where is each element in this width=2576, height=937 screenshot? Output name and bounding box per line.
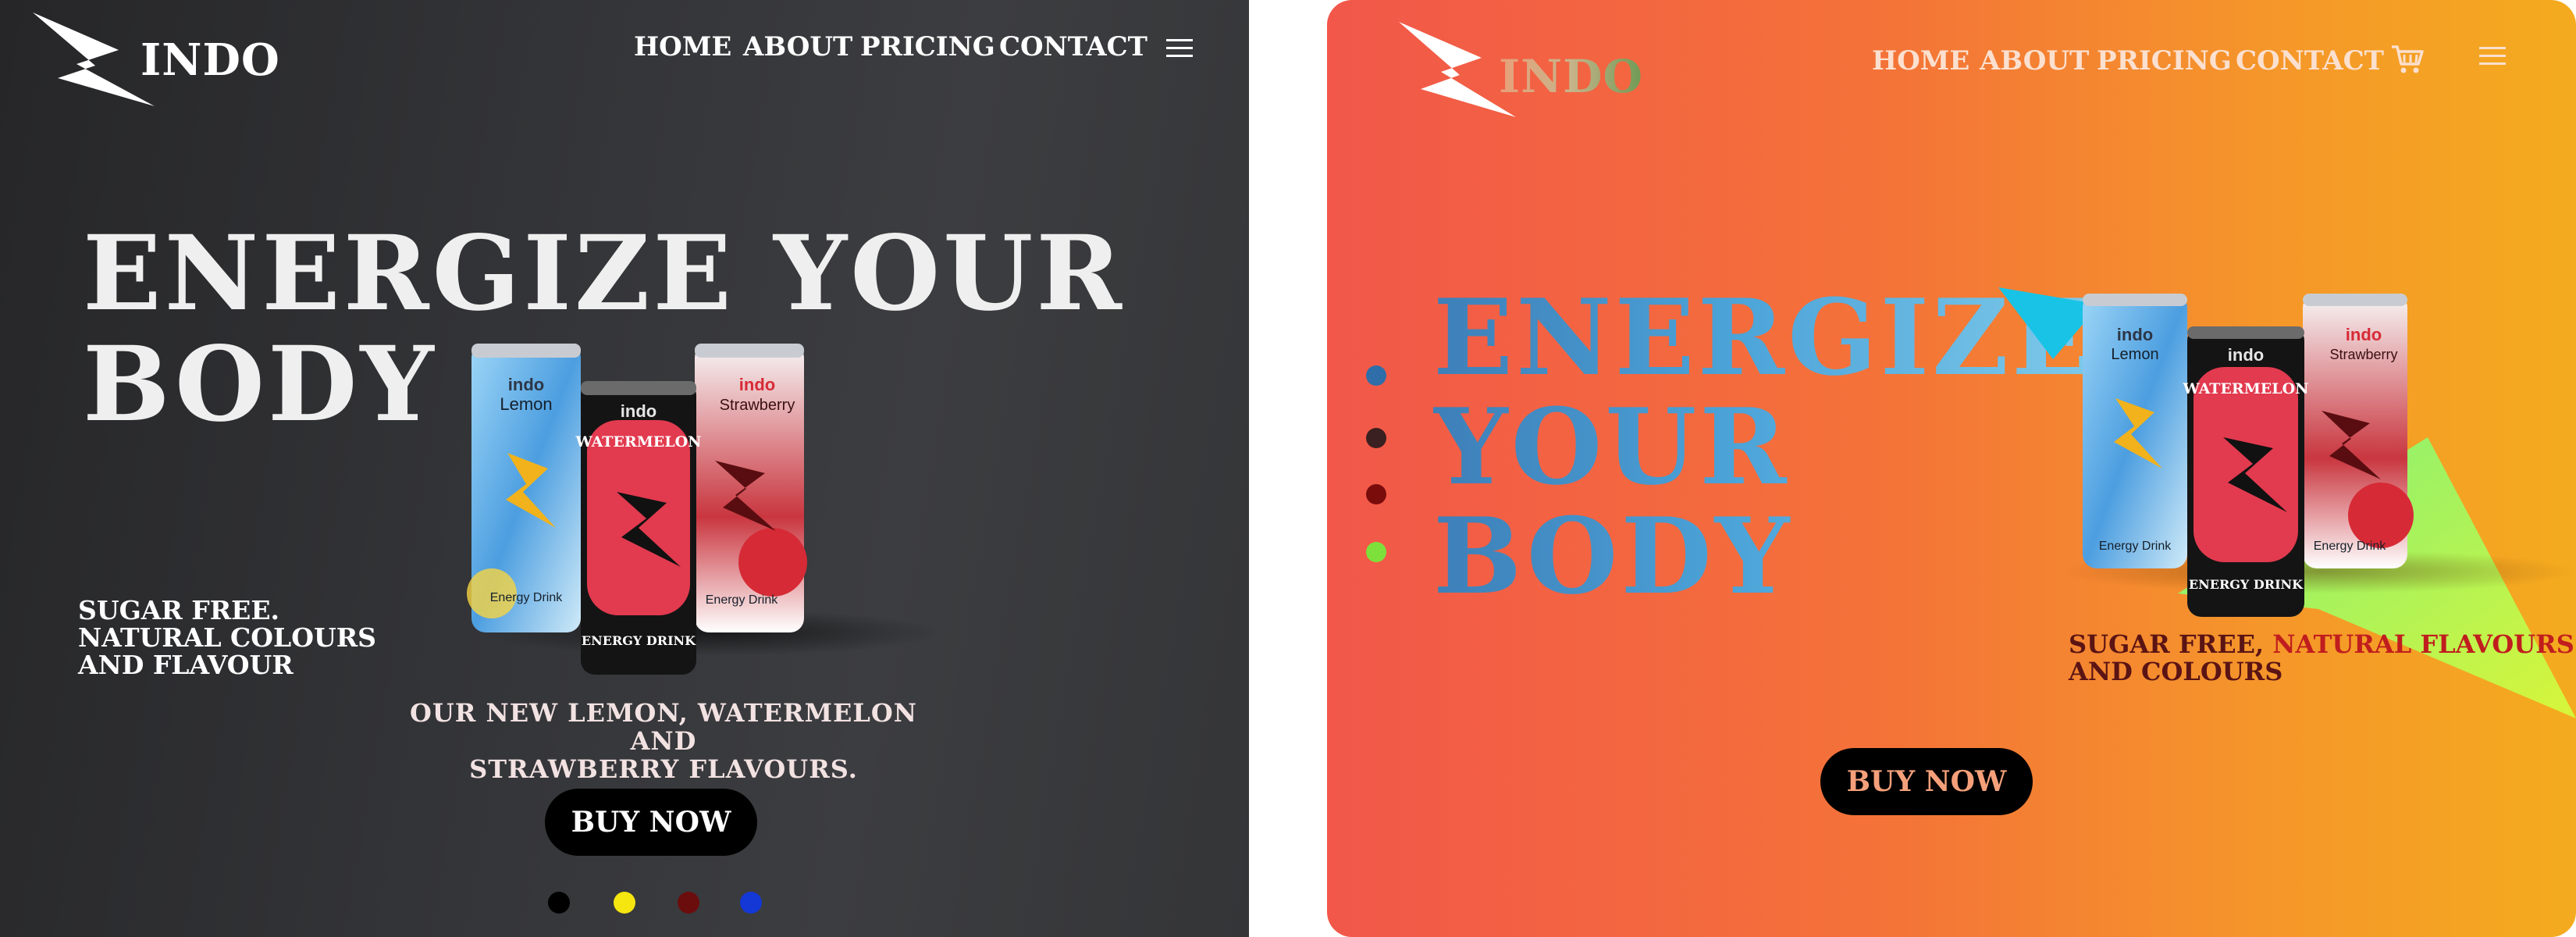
strawberry-can-logo-text: indo <box>2346 325 2382 344</box>
strawberry-can-bottom-label: Energy Drink <box>2314 540 2386 553</box>
carousel-dot-yellow[interactable] <box>614 892 635 914</box>
sugar-free-tagline: SUGAR FREE, NATURAL FLAVOURS AND COLOURS <box>2069 631 2574 686</box>
flavours-line-1: OUR NEW LEMON, WATERMELON AND <box>409 698 918 756</box>
watermelon-can: WATERMELON indo ENERGY DRINK <box>575 381 702 675</box>
lemon-can-bottom-label: Energy Drink <box>2099 540 2172 553</box>
buy-now-button[interactable]: BUY NOW <box>1820 748 2033 815</box>
strawberry-can-bottom-label: Energy Drink <box>706 593 778 607</box>
nav-pricing[interactable]: PRICING <box>2097 45 2232 77</box>
hamburger-menu-icon[interactable] <box>2479 47 2506 67</box>
slider-dot-maroon[interactable] <box>1366 484 1386 504</box>
watermelon-can-flavor-label: WATERMELON <box>575 433 701 451</box>
hero-line-1: ENERGIZE YOUR <box>83 213 1126 334</box>
flavours-line-2: STRAWBERRY FLAVOURS. <box>469 754 858 784</box>
watermelon-can-logo-text: indo <box>621 401 656 421</box>
dark-hero-panel: INDO HOME ABOUT PRICING CONTACT ENERGIZE… <box>0 0 1249 937</box>
tagline-part-2: NATURAL FLAVOURS <box>2272 629 2574 659</box>
watermelon-can: indo WATERMELON ENERGY DRINK <box>2182 326 2309 617</box>
shopping-cart-icon[interactable] <box>2390 44 2425 75</box>
carousel-dot-blue[interactable] <box>740 892 762 914</box>
main-nav: HOME ABOUT PRICING CONTACT <box>0 31 1249 70</box>
tagline-line-3: AND FLAVOUR <box>78 650 294 680</box>
flavours-description: OUR NEW LEMON, WATERMELON AND STRAWBERRY… <box>390 699 937 783</box>
tagline-part-3: AND COLOURS <box>2069 657 2283 686</box>
lemon-can-flavor-label: Lemon <box>500 394 552 414</box>
carousel-dot-maroon[interactable] <box>678 892 699 914</box>
slider-dot-blue[interactable] <box>1366 365 1386 386</box>
hero-line-2: YOUR <box>1433 385 1790 508</box>
lemon-can-logo-text: indo <box>508 375 544 394</box>
tagline-line-1: SUGAR FREE. <box>78 595 279 625</box>
nav-contact[interactable]: CONTACT <box>2236 45 2384 77</box>
product-cans-image: Lemon indo Energy Drink indo Strawberry … <box>467 344 945 675</box>
tagline-part-1: SUGAR FREE, <box>2069 629 2273 659</box>
orange-hero-panel: INDO HOME ABOUT PRICING CONTACT ENERGIZE… <box>1327 0 2576 937</box>
lemon-can-logo-text: indo <box>2117 325 2153 344</box>
sugar-free-tagline: SUGAR FREE. NATURAL COLOURS AND FLAVOUR <box>78 597 376 679</box>
hero-line-2: BODY <box>83 324 437 445</box>
hamburger-menu-icon[interactable] <box>1166 39 1193 59</box>
strawberry-can: indo Strawberry Energy Drink <box>695 344 807 632</box>
brand-name: INDO <box>1499 50 1643 103</box>
buy-now-button[interactable]: BUY NOW <box>545 789 757 856</box>
tagline-line-2: NATURAL COLOURS <box>78 622 377 653</box>
lemon-can: indo Lemon Energy Drink <box>2083 294 2187 568</box>
strawberry-can-flavor-label: Strawberry <box>2329 347 2397 362</box>
lemon-can: Lemon indo Energy Drink <box>467 344 581 632</box>
watermelon-can-bottom-label: ENERGY DRINK <box>582 633 696 648</box>
slider-dot-dark[interactable] <box>1366 428 1386 448</box>
strawberry-can: indo Strawberry Energy Drink <box>2303 294 2414 568</box>
lemon-can-bottom-label: Energy Drink <box>490 591 563 604</box>
nav-home[interactable]: HOME <box>1872 45 1969 77</box>
nav-contact[interactable]: CONTACT <box>999 31 1147 62</box>
watermelon-can-flavor-label: WATERMELON <box>2182 380 2308 397</box>
watermelon-can-bottom-label: ENERGY DRINK <box>2189 577 2304 592</box>
watermelon-can-logo-text: indo <box>2228 345 2264 365</box>
hero-line-3: BODY <box>1433 494 1793 618</box>
strawberry-can-flavor-label: Strawberry <box>720 397 795 414</box>
carousel-dot-black[interactable] <box>548 892 570 914</box>
slider-dot-green[interactable] <box>1366 542 1386 562</box>
strawberry-can-logo-text: indo <box>739 375 775 394</box>
nav-home[interactable]: HOME <box>634 31 731 62</box>
brand-logo[interactable]: INDO <box>1397 20 1642 130</box>
nav-about[interactable]: ABOUT <box>743 31 852 62</box>
nav-pricing[interactable]: PRICING <box>860 31 995 62</box>
nav-about[interactable]: ABOUT <box>1980 45 2089 77</box>
lemon-can-flavor-label: Lemon <box>2111 346 2158 363</box>
